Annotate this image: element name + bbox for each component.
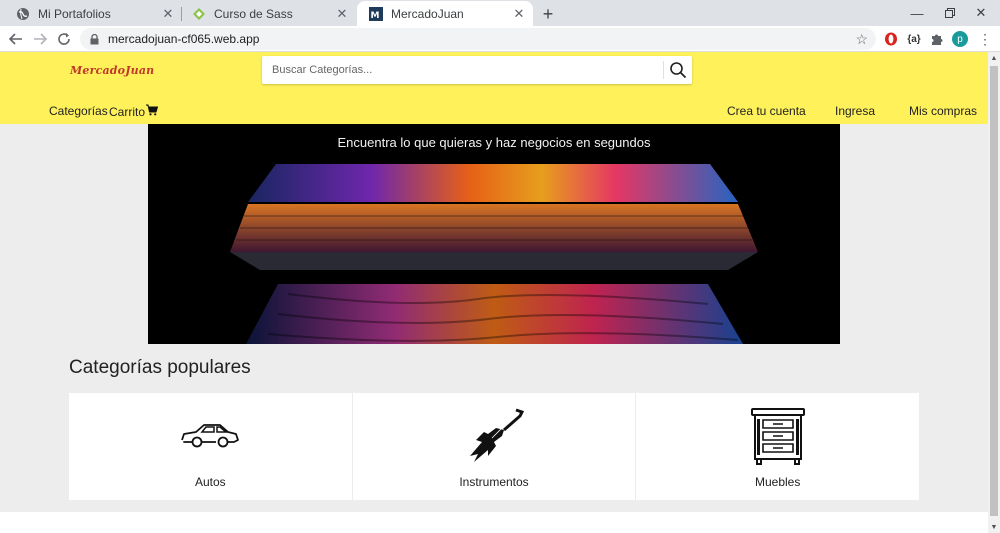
opera-icon[interactable] (882, 30, 900, 48)
close-tab-icon[interactable]: ✕ (511, 6, 527, 22)
category-card-muebles[interactable]: Muebles (636, 393, 920, 500)
profile-avatar[interactable]: p (951, 30, 969, 48)
car-icon (69, 405, 352, 467)
category-label: Instrumentos (459, 475, 529, 489)
bookmark-star-icon[interactable]: ☆ (855, 31, 868, 48)
extension-icon[interactable]: {a} (905, 30, 923, 48)
browser-tab-mercadojuan[interactable]: M MercadoJuan ✕ (357, 1, 533, 26)
browser-tab-portafolios[interactable]: Mi Portafolios ✕ (4, 1, 182, 26)
vertical-scrollbar[interactable]: ▲ ▼ (988, 52, 1000, 533)
categories-grid: Autos Instrumentos Muebles (69, 393, 920, 500)
scroll-up-arrow-icon[interactable]: ▲ (988, 52, 1000, 64)
close-window-icon[interactable]: ✕ (962, 0, 1000, 26)
close-tab-icon[interactable]: ✕ (334, 6, 350, 22)
tab-title: Curso de Sass (214, 6, 293, 21)
svg-text:M: M (371, 11, 380, 21)
back-icon[interactable] (6, 29, 26, 49)
mj-favicon: M (369, 6, 383, 21)
banner-caption: Encuentra lo que quieras y haz negocios … (337, 135, 651, 150)
page-footer-strip (0, 512, 988, 533)
site-header: MercadoJuan Categorías Carrito Crea tu c… (0, 52, 988, 124)
nav-carrito[interactable]: Carrito (109, 104, 159, 119)
hero-banner: Encuentra lo que quieras y haz negocios … (148, 124, 840, 344)
address-bar[interactable]: mercadojuan-cf065.web.app ☆ (80, 28, 876, 50)
globe-icon (16, 7, 30, 21)
search-input[interactable] (262, 56, 663, 84)
url-text: mercadojuan-cf065.web.app (108, 32, 260, 46)
diamond-icon (192, 7, 206, 21)
scrollbar-thumb[interactable] (990, 66, 998, 516)
site-logo[interactable]: MercadoJuan (70, 64, 154, 77)
nav-mis-compras[interactable]: Mis compras (909, 104, 977, 118)
reload-icon[interactable] (54, 29, 74, 49)
close-tab-icon[interactable]: ✕ (160, 6, 176, 22)
guitar-icon (353, 405, 636, 467)
nav-categorias[interactable]: Categorías (49, 104, 108, 118)
profile-initial: p (952, 31, 968, 47)
menu-kebab-icon[interactable]: ⋮ (976, 30, 994, 48)
nav-crea-tu-cuenta[interactable]: Crea tu cuenta (727, 104, 806, 118)
browser-toolbar: mercadojuan-cf065.web.app ☆ {a} p ⋮ (0, 26, 1000, 52)
cart-icon (146, 104, 159, 119)
browser-tab-sass[interactable]: Curso de Sass ✕ (180, 1, 356, 26)
page-viewport: MercadoJuan Categorías Carrito Crea tu c… (0, 52, 988, 533)
nav-ingresa[interactable]: Ingresa (835, 104, 875, 118)
category-label: Muebles (755, 475, 801, 489)
dresser-icon (636, 405, 919, 467)
category-label: Autos (194, 475, 226, 489)
laptop-banner-image (230, 164, 758, 344)
lock-icon (88, 33, 100, 45)
forward-icon[interactable] (30, 29, 50, 49)
tab-title: MercadoJuan (391, 6, 464, 21)
categories-heading: Categorías populares (69, 357, 251, 378)
new-tab-button[interactable]: + (538, 4, 558, 24)
puzzle-extensions-icon[interactable] (928, 30, 946, 48)
nav-carrito-label: Carrito (109, 104, 146, 119)
category-card-instrumentos[interactable]: Instrumentos (352, 393, 637, 500)
tab-title: Mi Portafolios (38, 6, 111, 21)
scroll-down-arrow-icon[interactable]: ▼ (988, 521, 1000, 533)
browser-tab-strip: Mi Portafolios ✕ Curso de Sass ✕ M Merca… (0, 0, 1000, 26)
search-icon[interactable] (664, 56, 692, 84)
search-box (262, 56, 692, 84)
category-card-autos[interactable]: Autos (69, 393, 353, 500)
